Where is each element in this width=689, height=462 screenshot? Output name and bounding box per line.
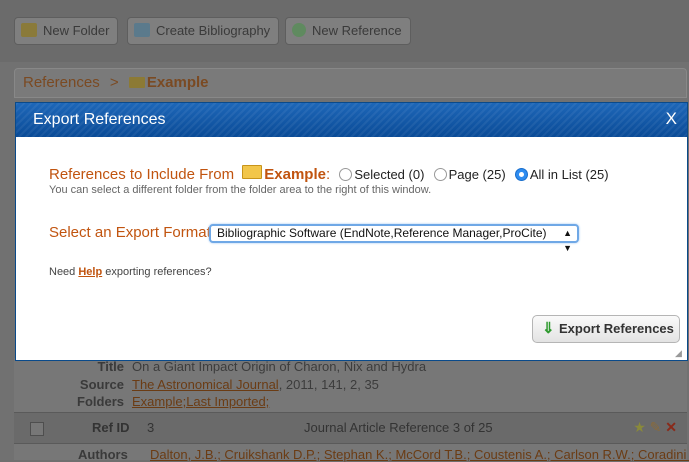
folder-icon <box>128 77 145 88</box>
create-bibliography-button[interactable]: Create Bibliography <box>127 17 280 45</box>
close-icon[interactable]: X <box>666 109 677 129</box>
folders-row: Folders Example;Last Imported; <box>77 394 270 409</box>
breadcrumb-separator: > <box>109 74 119 91</box>
folder-plus-icon <box>21 23 37 37</box>
format-label: Select an Export Format <box>49 224 211 241</box>
star-icon[interactable]: ★ <box>633 419 646 435</box>
source-link[interactable]: The Astronomical Journal <box>132 377 279 392</box>
dialog-title: Export References <box>33 111 166 128</box>
new-folder-button[interactable]: New Folder <box>14 17 119 45</box>
download-arrow-icon: ⇓ <box>542 320 555 337</box>
reference-checkbox[interactable] <box>30 422 44 436</box>
new-reference-button[interactable]: New Reference <box>285 17 411 45</box>
authors-row: Authors Dalton, J.B.; Cruikshank D.P.; S… <box>14 445 689 462</box>
bibliography-icon <box>134 23 150 37</box>
include-row: References to Include From Example: Sele… <box>49 165 609 183</box>
breadcrumb-root[interactable]: References <box>23 74 100 91</box>
radio-page[interactable] <box>433 168 447 181</box>
reference-header-bar: Ref ID 3 Journal Article Reference 3 of … <box>14 412 687 444</box>
edit-icon[interactable]: ✎ <box>650 419 662 435</box>
export-format-select[interactable]: Bibliographic Software (EndNote,Referenc… <box>209 224 579 253</box>
toolbar: New Folder Create Bibliography New Refer… <box>0 0 689 62</box>
breadcrumb: References > Example <box>14 68 687 98</box>
export-references-button[interactable]: ⇓ Export References <box>532 315 680 343</box>
resize-grip-icon[interactable]: ◢ <box>675 348 685 358</box>
folder-hint: You can select a different folder from t… <box>49 184 432 196</box>
source-row: Source The Astronomical Journal, 2011, 14… <box>79 377 379 392</box>
help-link[interactable]: Help <box>78 266 102 278</box>
radio-selected[interactable] <box>339 168 353 181</box>
folder-icon <box>242 165 263 179</box>
delete-icon[interactable]: ✕ <box>665 419 677 435</box>
export-references-dialog: Export References X References to Includ… <box>15 102 688 361</box>
folders-link[interactable]: Example;Last Imported; <box>132 394 269 409</box>
title-row: Title On a Giant Impact Origin of Charon,… <box>97 359 427 374</box>
add-reference-icon <box>292 23 306 37</box>
help-text: Need Help exporting references? <box>49 266 212 278</box>
radio-all-in-list[interactable] <box>514 168 528 181</box>
reference-actions: ★ ✎ ✕ <box>633 419 677 436</box>
select-arrows-icon: ▲ ▼ <box>563 228 572 253</box>
breadcrumb-folder: Example <box>146 74 209 91</box>
dialog-header: Export References X <box>16 103 687 137</box>
